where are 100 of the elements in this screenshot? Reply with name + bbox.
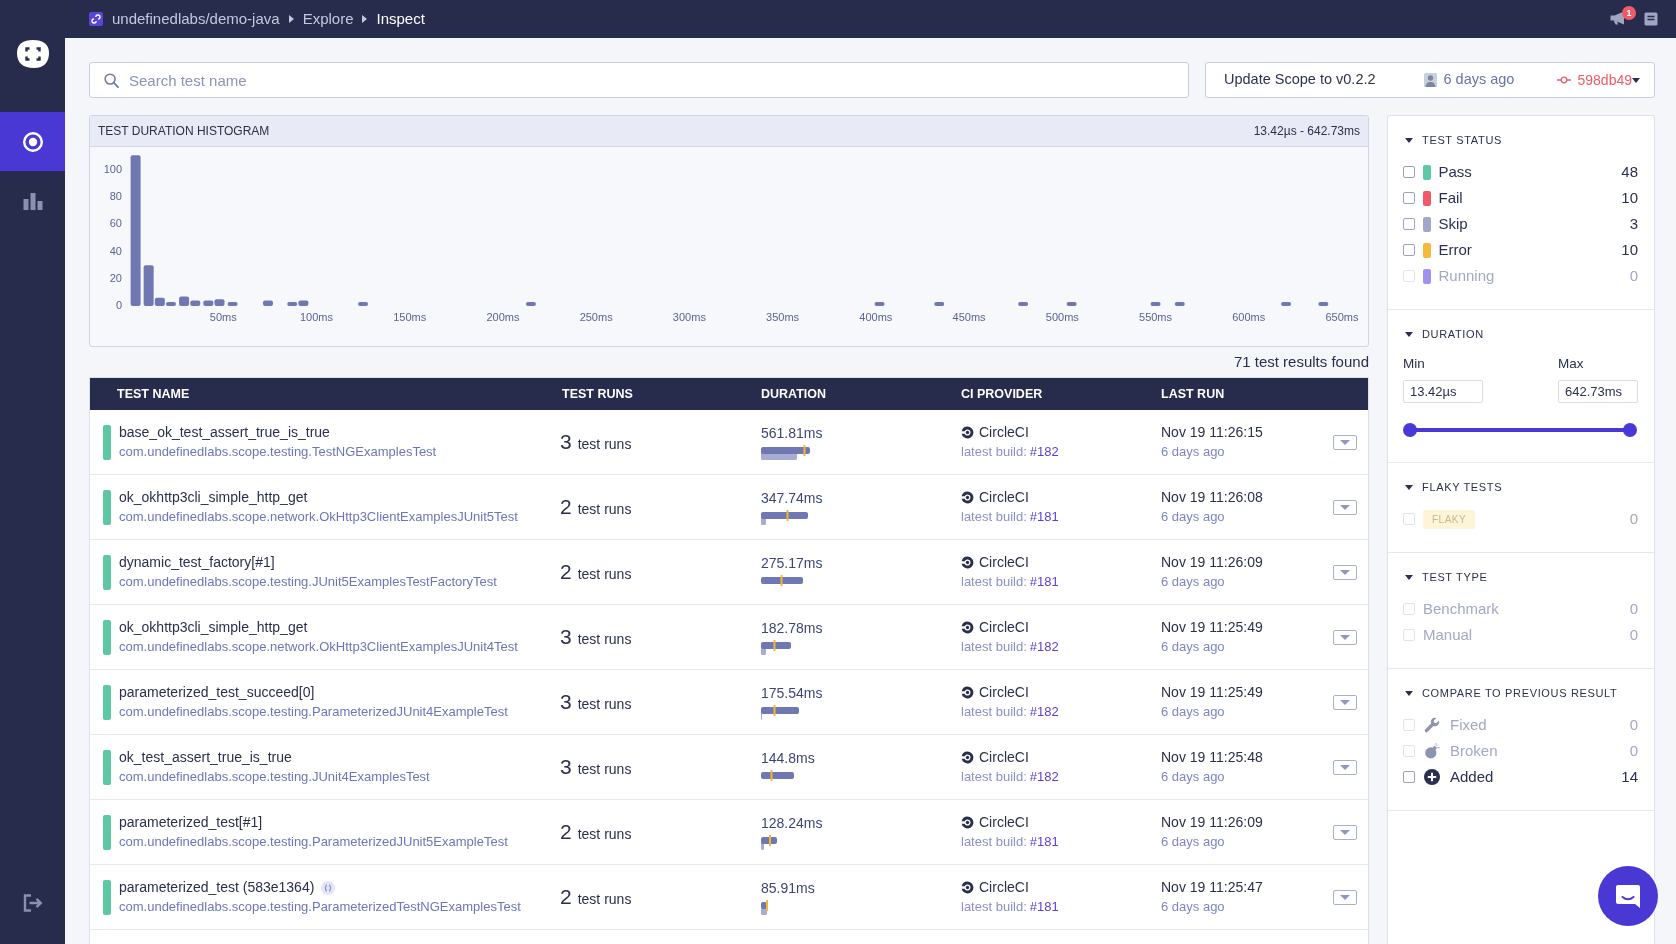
class-link[interactable]: com.undefinedlabs.scope.testing.ParameterizedJUnit5ExampleTest xyxy=(119,832,508,851)
section-toggle[interactable]: DURATION xyxy=(1403,328,1484,340)
build-label: latest build: xyxy=(961,832,1027,851)
last-run-ago: 6 days ago xyxy=(1161,638,1225,656)
section-toggle[interactable]: COMPARE TO PREVIOUS RESULT xyxy=(1403,687,1618,699)
expand-button[interactable] xyxy=(1333,499,1357,515)
breadcrumb-link[interactable]: Explore xyxy=(302,7,354,31)
section-toggle[interactable]: TEST STATUS xyxy=(1403,134,1502,146)
scope-selector[interactable]: Update Scope to v0.2.2 6 days ago 598db49 xyxy=(1205,62,1655,98)
caret-icon xyxy=(1405,484,1413,490)
build-link[interactable]: #181 xyxy=(1029,571,1059,592)
caret-icon xyxy=(1632,77,1640,83)
max-field[interactable]: 642.73ms xyxy=(1558,380,1638,403)
build-link[interactable]: #181 xyxy=(1029,506,1059,527)
last-run-time: Nov 19 11:25:47 xyxy=(1161,878,1263,897)
column-header[interactable]: DURATION xyxy=(761,384,827,404)
duration-range-drawing xyxy=(761,640,791,655)
histogram-bar[interactable] xyxy=(130,155,141,306)
checkbox[interactable] xyxy=(1403,166,1415,178)
plus-circle-icon xyxy=(1424,769,1440,785)
build-link[interactable]: #181 xyxy=(1029,831,1059,852)
caret-icon xyxy=(1340,894,1350,900)
docs-button[interactable] xyxy=(1644,12,1658,26)
last-run-time: Nov 19 11:25:49 xyxy=(1161,618,1263,637)
build-label: latest build: xyxy=(961,442,1027,461)
histogram-bar[interactable] xyxy=(166,302,176,306)
caret-icon xyxy=(1340,439,1350,445)
range-slider[interactable] xyxy=(1403,423,1637,437)
slider-thumb[interactable] xyxy=(1623,423,1637,437)
run-count: 3 xyxy=(560,754,572,781)
book-icon xyxy=(1644,12,1658,26)
expand-button[interactable] xyxy=(1333,759,1357,775)
checkbox[interactable] xyxy=(1403,771,1415,783)
test-name: parameterized_test (583e1364) xyxy=(119,878,315,897)
build-label: latest build: xyxy=(961,507,1027,526)
histogram-bar[interactable] xyxy=(227,301,238,306)
checkbox[interactable] xyxy=(1403,192,1415,204)
expand-button[interactable] xyxy=(1333,564,1357,580)
min-field[interactable]: 13.42µs xyxy=(1403,380,1483,403)
histogram-bar[interactable] xyxy=(1281,302,1292,306)
column-header[interactable]: LAST RUN xyxy=(1161,384,1225,404)
column-header[interactable]: CI PROVIDER xyxy=(961,384,1043,404)
expand-button[interactable] xyxy=(1333,824,1357,840)
nav-button[interactable] xyxy=(0,112,65,171)
class-link[interactable]: com.undefinedlabs.scope.testing.ParameterizedTestNGExamplesTest xyxy=(119,897,521,916)
histogram-bar[interactable] xyxy=(154,297,165,306)
chat-icon xyxy=(1614,882,1642,910)
histogram-bar[interactable] xyxy=(263,300,273,306)
checkbox[interactable] xyxy=(1403,218,1415,230)
checkbox[interactable] xyxy=(1403,244,1415,256)
histogram-bar[interactable] xyxy=(1174,302,1185,306)
class-link[interactable]: com.undefinedlabs.scope.testing.TestNGExamplesTest xyxy=(119,442,437,461)
expand-button[interactable] xyxy=(1333,694,1357,710)
histogram-bar[interactable] xyxy=(179,296,190,306)
breadcrumb-link[interactable]: Inspect xyxy=(376,7,425,31)
run-count: 2 xyxy=(560,559,572,586)
last-run-ago: 6 days ago xyxy=(1161,768,1225,786)
ci-provider: CircleCI xyxy=(979,878,1029,897)
histogram-bar[interactable] xyxy=(1150,302,1161,306)
build-link[interactable]: #182 xyxy=(1029,701,1059,722)
class-link[interactable]: com.undefinedlabs.scope.testing.JUnit4ExamplesTest xyxy=(119,767,430,786)
expand-button[interactable] xyxy=(1333,434,1357,450)
duration-value: 561.81ms xyxy=(761,424,823,442)
histogram-bar[interactable] xyxy=(190,300,201,306)
y-tick-label: 80 xyxy=(109,190,122,203)
build-link[interactable]: #181 xyxy=(1029,896,1059,917)
histogram-bar[interactable] xyxy=(298,300,309,306)
histogram-bar[interactable] xyxy=(1018,302,1029,306)
histogram-bar[interactable] xyxy=(525,302,536,306)
column-header[interactable]: TEST NAME xyxy=(117,384,190,404)
histogram-bar[interactable] xyxy=(203,300,214,306)
class-link[interactable]: com.undefinedlabs.scope.testing.ParameterizedJUnit4ExampleTest xyxy=(119,702,508,721)
filter-label: Broken xyxy=(1450,740,1498,761)
slider-thumb[interactable] xyxy=(1403,423,1417,437)
class-link[interactable]: com.undefinedlabs.scope.network.OkHttp3ClientExamplesJUnit5Test xyxy=(119,507,518,526)
breadcrumb-link[interactable]: undefinedlabs/demo-java xyxy=(112,7,280,31)
avatar-icon xyxy=(1424,73,1438,87)
histogram-bar[interactable] xyxy=(1318,302,1329,306)
histogram-bar[interactable] xyxy=(287,301,298,306)
section-toggle[interactable]: TEST TYPE xyxy=(1403,571,1488,583)
section-toggle[interactable]: FLAKY TESTS xyxy=(1403,481,1503,493)
x-tick-label: 650ms xyxy=(1325,310,1359,323)
build-link[interactable]: #182 xyxy=(1029,636,1059,657)
expand-button[interactable] xyxy=(1333,889,1357,905)
histogram-bar[interactable] xyxy=(934,302,945,306)
histogram-bar[interactable] xyxy=(874,302,885,306)
build-link[interactable]: #182 xyxy=(1029,766,1059,787)
expand-button[interactable] xyxy=(1333,629,1357,645)
histogram-bar[interactable] xyxy=(358,302,369,306)
class-link[interactable]: com.undefinedlabs.scope.network.OkHttp3ClientExamplesJUnit4Test xyxy=(119,637,518,656)
filter-count: 0 xyxy=(1629,265,1638,286)
histogram-bar[interactable] xyxy=(143,265,154,306)
class-link[interactable]: com.undefinedlabs.scope.testing.JUnit5ExamplesTestFactoryTest xyxy=(119,572,497,591)
histogram-bar[interactable] xyxy=(214,299,225,306)
column-header[interactable]: TEST RUNS xyxy=(562,384,633,404)
build-link[interactable]: #182 xyxy=(1029,441,1059,462)
y-tick-label: 100 xyxy=(103,163,122,175)
search-field[interactable]: Search test name xyxy=(89,62,1189,98)
results-count: 71 test results found xyxy=(1233,351,1369,372)
histogram-bar[interactable] xyxy=(1066,302,1077,306)
